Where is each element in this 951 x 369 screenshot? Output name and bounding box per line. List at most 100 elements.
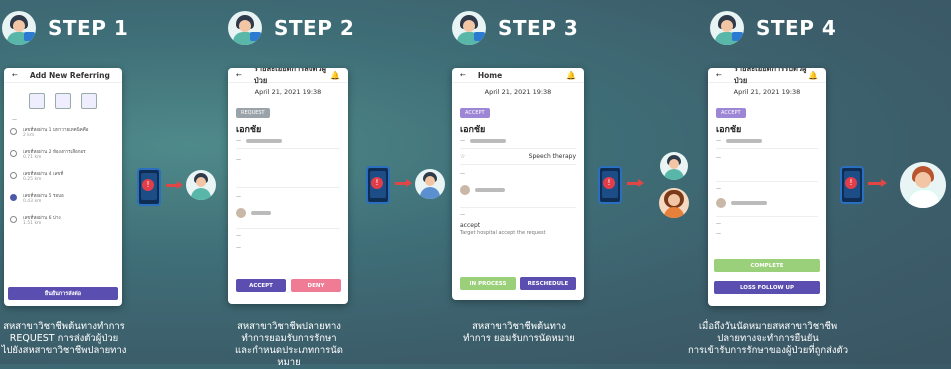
step-4-label: STEP 4 (756, 16, 837, 40)
field-label: — (236, 194, 241, 200)
alert-bell-icon: ! (371, 177, 383, 189)
users-icon (29, 93, 45, 109)
reschedule-button[interactable]: RESCHEDULE (520, 277, 576, 290)
patient-id: — (236, 138, 340, 144)
arrow-icon (627, 179, 644, 187)
tablet-icon: ! (137, 168, 161, 206)
group-icon (81, 93, 97, 109)
status-badge: REQUEST (236, 108, 270, 118)
arrow-icon (868, 179, 887, 187)
note-text: — (716, 231, 721, 237)
deny-button[interactable]: DENY (291, 279, 341, 292)
patient-name: เอกชัย (716, 125, 742, 135)
back-arrow-icon[interactable]: ← (716, 71, 722, 79)
doctor-avatar-icon (900, 162, 946, 208)
doctor-row (236, 208, 340, 218)
doctor-avatar-icon (2, 11, 36, 45)
hospital-option-selected[interactable]: เลขที่หอผ่าน 5 รอบอ 0.43 km (10, 192, 116, 204)
step-3-header: STEP 3 (452, 8, 578, 48)
request-date: April 21, 2021 19:38 (254, 88, 322, 96)
app-bar: ← รายละเอียดการส่งตัวผู้ป่วย 🔔 (228, 68, 348, 85)
step-4-header: STEP 4 (710, 8, 836, 48)
field-label: — (460, 171, 465, 177)
back-arrow-icon[interactable]: ← (236, 71, 242, 79)
star-icon[interactable]: ☆ (460, 153, 465, 160)
field-label: — (236, 157, 241, 163)
step-1-label: STEP 1 (48, 16, 129, 40)
hospital-option[interactable]: เลขที่หอผ่าน 2 ห้องงการเลือกอร 0.71 km (10, 148, 116, 160)
arrow-icon (166, 181, 183, 189)
hospital-option[interactable]: เลขที่หอผ่าน 6 บ่าง 1.51 km (10, 214, 116, 226)
alert-bell-icon: ! (142, 179, 154, 191)
section-label: — (12, 117, 17, 123)
back-arrow-icon[interactable]: ← (12, 71, 18, 79)
patient-name: เอกชัย (460, 125, 486, 135)
app-bar: ← Add New Referring (4, 68, 122, 83)
bell-icon[interactable]: 🔔 (808, 71, 818, 80)
therapy-type: Speech therapy (528, 153, 576, 160)
radio-icon[interactable] (10, 128, 17, 135)
therapy-row: ☆ Speech therapy (460, 153, 576, 160)
step-2-label: STEP 2 (274, 16, 355, 40)
hospital-option[interactable]: เลขที่หอผ่าน 4 เลขที่ 0.25 km (10, 170, 116, 182)
app-bar: ← Home 🔔 (452, 68, 584, 83)
doctor-avatar-icon (452, 11, 486, 45)
doctor-row (716, 198, 818, 208)
complete-button[interactable]: COMPLETE (714, 259, 820, 272)
patient-id: — (460, 138, 576, 144)
step-3-caption: สหสาขาวิชาชีพต้นทาง ทำการ ยอมรับการนัดหม… (463, 321, 575, 344)
tablet-icon: ! (840, 166, 864, 204)
doctor-row (460, 185, 576, 195)
phone-step-2: ← รายละเอียดการส่งตัวผู้ป่วย 🔔 April 21,… (228, 68, 348, 304)
in-process-button[interactable]: IN PROCESS (460, 277, 516, 290)
doctor-avatar-icon (186, 170, 216, 200)
phone-step-1: ← Add New Referring — เลขที่หอผ่าน 1 มหา… (4, 68, 122, 306)
phone-step-3: ← Home 🔔 April 21, 2021 19:38 ACCEPT เอก… (452, 68, 584, 300)
bell-icon[interactable]: 🔔 (330, 71, 340, 80)
document-icon (55, 93, 71, 109)
screen-title: รายละเอียดการรับตัวผู้ป่วย (733, 68, 807, 85)
step-1-header: STEP 1 (2, 8, 128, 48)
arrow-icon (395, 179, 412, 187)
step-2-caption: สหสาขาวิชาชีพปลายทาง ทำการยอมรับการรักษา… (235, 321, 343, 368)
field-label: — (460, 212, 465, 218)
field-label: — (236, 233, 241, 239)
radio-selected-icon[interactable] (10, 194, 17, 201)
patient-name: เอกชัย (236, 125, 262, 135)
doctor-avatar-icon (228, 11, 262, 45)
bell-icon[interactable]: 🔔 (566, 71, 576, 80)
radio-icon[interactable] (10, 172, 17, 179)
step-3-label: STEP 3 (498, 16, 579, 40)
confirm-referral-button[interactable]: ยืนยันการส่งต่อ (8, 287, 118, 300)
patient-avatar-icon (659, 188, 689, 218)
radio-icon[interactable] (10, 216, 17, 223)
patient-id: — (716, 138, 818, 144)
status-badge: ACCEPT (460, 108, 490, 118)
doctor-avatar-icon (415, 169, 445, 199)
avatar (236, 208, 246, 218)
doctor-avatar-icon (710, 11, 744, 45)
alert-bell-icon: ! (603, 177, 615, 189)
screen-title: Add New Referring (29, 70, 110, 80)
loss-follow-up-button[interactable]: LOSS FOLLOW UP (714, 281, 820, 294)
avatar (460, 185, 470, 195)
status-badge: ACCEPT (716, 108, 746, 118)
field-label: — (716, 155, 721, 161)
accept-status-sub: Target hospital accept the request (460, 230, 546, 236)
app-bar: ← รายละเอียดการรับตัวผู้ป่วย 🔔 (708, 68, 826, 85)
note-text: — (236, 245, 241, 251)
accept-button[interactable]: ACCEPT (236, 279, 286, 292)
screen-title: รายละเอียดการส่งตัวผู้ป่วย (253, 68, 326, 85)
radio-icon[interactable] (10, 150, 17, 157)
hospital-option[interactable]: เลขที่หอผ่าน 1 มหาวายเทคนิคคือ 2 km (10, 126, 116, 138)
referral-flow-icons (4, 93, 122, 109)
back-arrow-icon[interactable]: ← (460, 71, 466, 79)
doctor-avatar-icon (660, 152, 688, 180)
tablet-icon: ! (366, 166, 390, 204)
avatar (716, 198, 726, 208)
request-date: April 21, 2021 19:38 (733, 88, 801, 96)
alert-bell-icon: ! (845, 177, 857, 189)
step-1-caption: สหสาขาวิชาชีพต้นทางทำการ REQUEST การส่งต… (1, 321, 127, 356)
field-label: — (716, 186, 721, 192)
phone-step-4: ← รายละเอียดการรับตัวผู้ป่วย 🔔 April 21,… (708, 68, 826, 306)
